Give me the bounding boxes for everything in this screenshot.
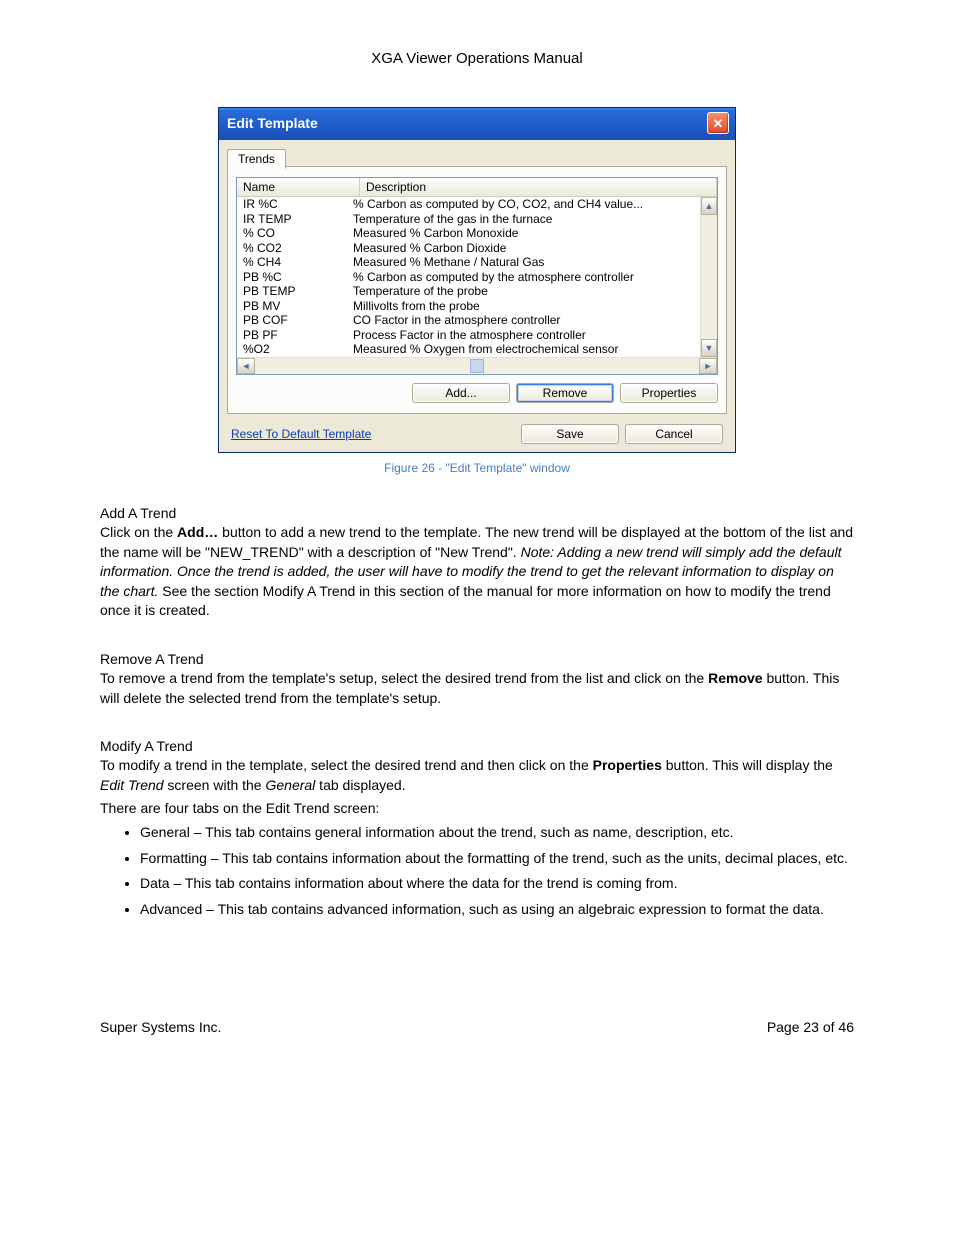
cell-name: IR TEMP — [243, 212, 353, 227]
cell-name: %O2 — [243, 342, 353, 357]
list-item: Formatting – This tab contains informati… — [140, 849, 854, 869]
window-bottom-row: Reset To Default Template Save Cancel — [227, 424, 727, 444]
close-icon: ✕ — [713, 117, 724, 130]
section-remove-paragraph: To remove a trend from the template's se… — [100, 669, 854, 708]
list-item: Advanced – This tab contains advanced in… — [140, 900, 854, 920]
text: button. This will display the — [662, 757, 833, 773]
list-row[interactable]: IR TEMPTemperature of the gas in the fur… — [237, 212, 701, 227]
section-remove-title: Remove A Trend — [100, 651, 854, 667]
list-row[interactable]: % CH4Measured % Methane / Natural Gas — [237, 255, 701, 270]
reset-template-link[interactable]: Reset To Default Template — [231, 427, 371, 441]
section-modify-paragraph-1: To modify a trend in the template, selec… — [100, 756, 854, 795]
figure-caption: Figure 26 - "Edit Template" window — [100, 461, 854, 475]
document-title: XGA Viewer Operations Manual — [100, 50, 854, 67]
list-row[interactable]: PB PFProcess Factor in the atmosphere co… — [237, 328, 701, 343]
cell-description: Measured % Methane / Natural Gas — [353, 255, 695, 270]
page-footer: Super Systems Inc. Page 23 of 46 — [100, 1019, 854, 1035]
list-item: General – This tab contains general info… — [140, 823, 854, 843]
list-row[interactable]: % CO2Measured % Carbon Dioxide — [237, 241, 701, 256]
chevron-right-icon: ► — [704, 361, 713, 371]
footer-company: Super Systems Inc. — [100, 1019, 221, 1035]
window-body: Trends Name Description IR %C% Carbon as… — [219, 140, 735, 452]
cell-name: IR %C — [243, 197, 353, 212]
column-header-name[interactable]: Name — [237, 178, 360, 196]
horizontal-scrollbar[interactable]: ◄ ► — [237, 357, 717, 374]
text: To remove a trend from the template's se… — [100, 670, 708, 686]
cell-name: % CH4 — [243, 255, 353, 270]
scroll-down-button[interactable]: ▼ — [701, 339, 717, 357]
save-button[interactable]: Save — [521, 424, 619, 444]
list-row[interactable]: % COMeasured % Carbon Monoxide — [237, 226, 701, 241]
cell-description: Measured % Carbon Monoxide — [353, 226, 695, 241]
list-row[interactable]: IR %C% Carbon as computed by CO, CO2, an… — [237, 197, 701, 212]
section-add-title: Add A Trend — [100, 505, 854, 521]
scroll-left-button[interactable]: ◄ — [237, 358, 255, 374]
cell-description: % Carbon as computed by CO, CO2, and CH4… — [353, 197, 695, 212]
edit-template-window: Edit Template ✕ Trends Name Description … — [218, 107, 736, 453]
remove-button[interactable]: Remove — [516, 383, 614, 403]
window-title: Edit Template — [227, 115, 318, 131]
tab-trends[interactable]: Trends — [227, 149, 286, 169]
footer-page-number: Page 23 of 46 — [767, 1019, 854, 1035]
list-button-row: Add... Remove Properties — [236, 383, 718, 403]
text: To modify a trend in the template, selec… — [100, 757, 593, 773]
scroll-track[interactable] — [701, 215, 717, 339]
cell-description: Millivolts from the probe — [353, 299, 695, 314]
hscroll-track[interactable] — [255, 358, 699, 374]
scroll-right-button[interactable]: ► — [699, 358, 717, 374]
cell-description: Temperature of the probe — [353, 284, 695, 299]
properties-button[interactable]: Properties — [620, 383, 718, 403]
list-row[interactable]: PB TEMPTemperature of the probe — [237, 284, 701, 299]
trends-listview[interactable]: Name Description IR %C% Carbon as comput… — [236, 177, 718, 375]
modify-tabs-list: General – This tab contains general info… — [140, 823, 854, 919]
cell-description: CO Factor in the atmosphere controller — [353, 313, 695, 328]
cell-name: PB PF — [243, 328, 353, 343]
list-header: Name Description — [237, 178, 717, 197]
list-item: Data – This tab contains information abo… — [140, 874, 854, 894]
list-body: IR %C% Carbon as computed by CO, CO2, an… — [237, 197, 717, 357]
cell-description: Measured % Carbon Dioxide — [353, 241, 695, 256]
text-bold: Add… — [177, 524, 218, 540]
chevron-up-icon: ▲ — [705, 201, 714, 211]
cell-name: % CO — [243, 226, 353, 241]
section-modify-paragraph-2: There are four tabs on the Edit Trend sc… — [100, 799, 854, 819]
section-add-paragraph: Click on the Add… button to add a new tr… — [100, 523, 854, 621]
column-header-description[interactable]: Description — [360, 178, 717, 196]
cell-description: % Carbon as computed by the atmosphere c… — [353, 270, 695, 285]
cell-name: PB %C — [243, 270, 353, 285]
window-titlebar: Edit Template ✕ — [219, 108, 735, 140]
chevron-left-icon: ◄ — [242, 361, 251, 371]
chevron-down-icon: ▼ — [705, 343, 714, 353]
text: Click on the — [100, 524, 177, 540]
scroll-up-button[interactable]: ▲ — [701, 197, 717, 215]
cell-description: Temperature of the gas in the furnace — [353, 212, 695, 227]
list-row[interactable]: %O2Measured % Oxygen from electrochemica… — [237, 342, 701, 357]
text-italic: Edit Trend — [100, 777, 164, 793]
text: screen with the — [164, 777, 266, 793]
list-row[interactable]: PB %C% Carbon as computed by the atmosph… — [237, 270, 701, 285]
add-button[interactable]: Add... — [412, 383, 510, 403]
hscroll-thumb[interactable] — [470, 359, 484, 373]
cancel-button[interactable]: Cancel — [625, 424, 723, 444]
cell-name: PB COF — [243, 313, 353, 328]
list-row[interactable]: PB COFCO Factor in the atmosphere contro… — [237, 313, 701, 328]
figure-container: Edit Template ✕ Trends Name Description … — [100, 107, 854, 453]
text: See the section Modify A Trend in this s… — [100, 583, 831, 619]
text-bold: Remove — [708, 670, 762, 686]
text-bold: Properties — [593, 757, 662, 773]
cell-name: PB MV — [243, 299, 353, 314]
vertical-scrollbar[interactable]: ▲ ▼ — [700, 197, 717, 357]
section-modify-title: Modify A Trend — [100, 738, 854, 754]
text: tab displayed. — [315, 777, 405, 793]
cell-name: PB TEMP — [243, 284, 353, 299]
tab-panel: Trends Name Description IR %C% Carbon as… — [227, 166, 727, 414]
cell-description: Process Factor in the atmosphere control… — [353, 328, 695, 343]
cell-name: % CO2 — [243, 241, 353, 256]
text-italic: General — [265, 777, 315, 793]
close-button[interactable]: ✕ — [707, 112, 729, 134]
cell-description: Measured % Oxygen from electrochemical s… — [353, 342, 695, 357]
list-row[interactable]: PB MVMillivolts from the probe — [237, 299, 701, 314]
